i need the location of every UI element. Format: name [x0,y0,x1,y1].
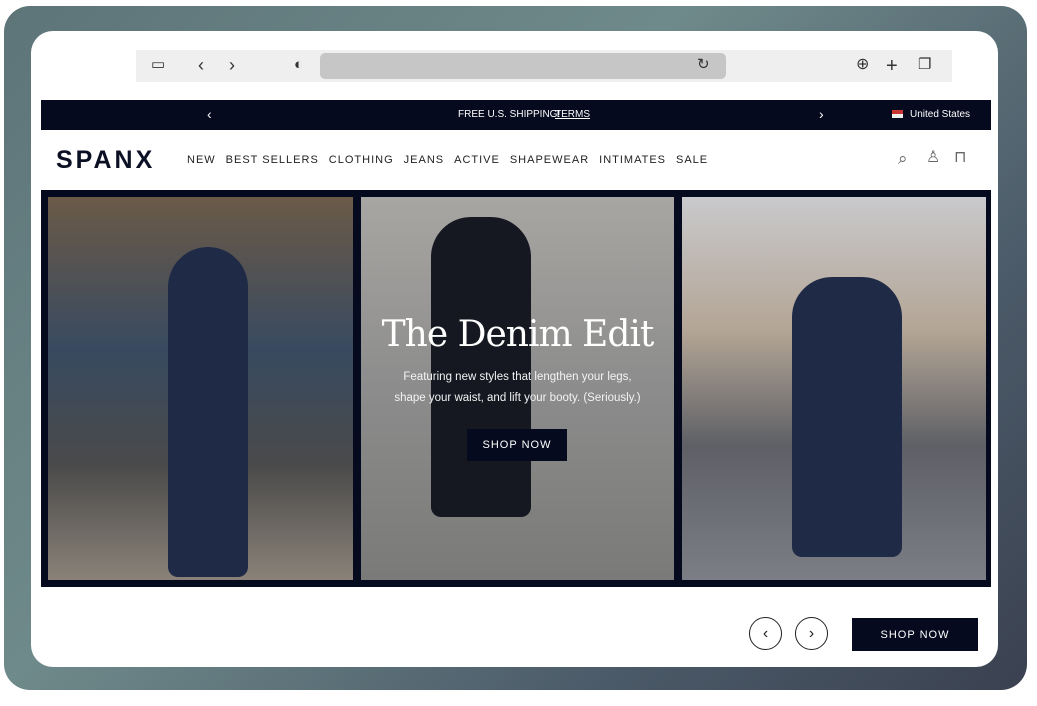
region-selector[interactable]: United States [910,109,970,120]
main-nav: SPANX NEW BEST SELLERS CLOTHING JEANS AC… [41,130,991,190]
reload-icon[interactable]: ↻ [697,57,710,72]
hero-shop-now-button[interactable]: SHOP NOW [467,429,567,461]
forward-icon[interactable]: › [229,56,235,74]
hero-subtitle: Featuring new styles that lengthen your … [394,371,641,404]
promo-next-icon[interactable]: › [819,106,824,122]
nav-best-sellers[interactable]: BEST SELLERS [226,154,319,166]
nav-jeans[interactable]: JEANS [404,154,444,166]
hero-banner: The Denim Edit Featuring new styles that… [41,190,991,587]
hero-image-right [682,197,986,580]
nav-clothing[interactable]: CLOTHING [329,154,394,166]
address-bar[interactable] [320,53,726,79]
nav-sale[interactable]: SALE [676,154,708,166]
us-flag-icon [892,110,903,118]
shield-icon[interactable]: ◐ [294,57,303,72]
nav-intimates[interactable]: INTIMATES [599,154,666,166]
hero-title: The Denim Edit [381,314,655,355]
search-icon[interactable]: ⌕ [898,150,908,167]
account-icon[interactable]: ♙ [926,150,940,166]
carousel-next-button[interactable]: › [795,617,828,650]
terms-link[interactable]: TERMS [555,109,590,120]
new-tab-icon[interactable]: + [886,56,898,76]
logo[interactable]: SPANX [56,146,155,175]
back-icon[interactable]: ‹ [198,56,204,74]
nav-shapewear[interactable]: SHAPEWEAR [510,154,589,166]
promo-bar: ‹ FREE U.S. SHIPPING! TERMS › United Sta… [41,100,991,130]
browser-window: ▭ ‹ › ◐ ↻ ⊕ + ❐ ‹ FREE U.S. SHIPPING! TE… [31,31,998,667]
browser-toolbar: ▭ ‹ › ◐ ↻ ⊕ + ❐ [136,50,952,82]
nav-new[interactable]: NEW [187,154,216,166]
nav-active[interactable]: ACTIVE [454,154,500,166]
promo-prev-icon[interactable]: ‹ [207,106,212,122]
shop-now-button[interactable]: SHOP NOW [852,618,978,651]
sidebar-icon[interactable]: ▭ [151,57,165,72]
tabs-icon[interactable]: ❐ [918,57,931,72]
carousel-prev-button[interactable]: ‹ [749,617,782,650]
promo-text: FREE U.S. SHIPPING! [458,109,561,120]
cart-icon[interactable]: ⊓ [954,150,966,166]
download-icon[interactable]: ⊕ [856,57,869,73]
hero-image-left [48,197,353,580]
